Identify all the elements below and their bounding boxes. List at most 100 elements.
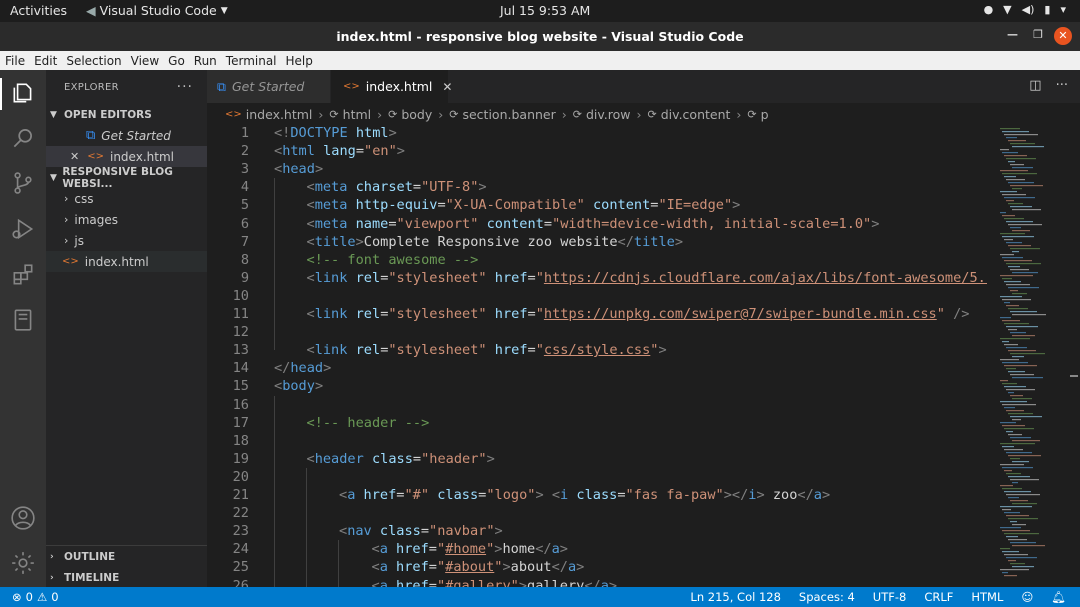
line-ending[interactable]: CRLF	[924, 590, 953, 604]
search-icon[interactable]	[10, 125, 36, 151]
vertical-scrollbar[interactable]	[1067, 124, 1080, 587]
active-indicator	[0, 78, 2, 110]
tree-folder-js[interactable]: › js	[46, 230, 207, 251]
menu-selection[interactable]: Selection	[66, 54, 121, 68]
line-number: 1	[240, 125, 249, 141]
warning-count: 0	[51, 590, 59, 604]
minimize-icon[interactable]: —	[1007, 28, 1018, 41]
breadcrumb-item[interactable]: body	[401, 107, 432, 122]
tree-folder-css[interactable]: › css	[46, 188, 207, 209]
open-editors-section[interactable]: ▼ OPEN EDITORS	[46, 104, 207, 125]
clock[interactable]: Jul 15 9:53 AM	[500, 3, 590, 18]
error-count: 0	[25, 590, 33, 604]
run-debug-icon[interactable]	[10, 216, 36, 242]
explorer-icon[interactable]	[10, 80, 36, 106]
editor-area: ⧉ Get Started <> index.html ✕ ◫ ··· <> i…	[207, 70, 1080, 587]
os-top-bar: Activities ◀ Visual Studio Code ▼ Jul 15…	[0, 0, 1080, 22]
indent-guide	[274, 396, 275, 587]
line-number: 7	[240, 233, 249, 250]
chevron-right-icon: ›	[438, 106, 444, 122]
close-icon[interactable]: ✕	[70, 150, 79, 163]
tree-item-label: js	[74, 233, 84, 248]
more-actions-icon[interactable]: ···	[177, 79, 193, 95]
app-menu[interactable]: ◀ Visual Studio Code ▼	[86, 3, 228, 18]
extensions-icon[interactable]	[10, 262, 36, 288]
remote-explorer-icon[interactable]	[10, 307, 36, 333]
menu-go[interactable]: Go	[168, 54, 185, 68]
more-actions-icon[interactable]: ···	[1056, 78, 1068, 93]
project-folder-section[interactable]: ▼ RESPONSIVE BLOG WEBSI...	[46, 165, 207, 190]
power-menu-icon: ▾	[1060, 3, 1066, 16]
activity-bar	[0, 70, 46, 587]
indent-guide	[274, 178, 275, 350]
open-editor-index-html[interactable]: ✕ <> index.html	[46, 146, 207, 167]
activities-button[interactable]: Activities	[10, 3, 67, 18]
code-line: <link rel="stylesheet" href="https://unp…	[306, 306, 970, 322]
account-icon[interactable]	[10, 505, 36, 531]
tab-label: Get Started	[231, 79, 305, 94]
breadcrumb-item[interactable]: html	[343, 107, 371, 122]
line-number: 4	[240, 179, 249, 196]
tab-get-started[interactable]: ⧉ Get Started	[207, 70, 331, 103]
language-mode[interactable]: HTML	[971, 590, 1003, 604]
menu-run[interactable]: Run	[194, 54, 217, 68]
menu-bar: File Edit Selection View Go Run Terminal…	[0, 51, 1080, 115]
tree-item-label: css	[74, 191, 94, 206]
feedback-icon[interactable]: ☺	[1021, 590, 1033, 604]
code-line: <a href="#" class="logo"> <i class="fas …	[339, 487, 831, 503]
code-line: <a href="#about">about</a>	[371, 559, 585, 576]
menu-terminal[interactable]: Terminal	[226, 54, 277, 68]
encoding[interactable]: UTF-8	[873, 590, 907, 604]
tree-file-index-html[interactable]: <> index.html	[46, 251, 207, 272]
tab-index-html[interactable]: <> index.html ✕	[331, 70, 452, 103]
maximize-icon[interactable]: ❐	[1033, 28, 1043, 41]
code-line: <head>	[274, 161, 324, 178]
timeline-label: TIMELINE	[64, 571, 120, 584]
scrollbar-thumb[interactable]	[1070, 375, 1078, 377]
indentation[interactable]: Spaces: 4	[799, 590, 855, 604]
notifications-bell-icon[interactable]: 🔔︎	[1051, 590, 1066, 604]
vscode-logo-icon: ⧉	[217, 78, 226, 94]
breadcrumb-item[interactable]: section.banner	[462, 107, 555, 122]
breadcrumb-item[interactable]: p	[761, 107, 769, 122]
line-number: 16	[232, 396, 249, 413]
project-folder-label: RESPONSIVE BLOG WEBSI...	[62, 165, 173, 190]
open-editor-label: Get Started	[101, 128, 171, 143]
open-editor-get-started[interactable]: ⧉ Get Started	[46, 125, 207, 146]
open-editors-label: OPEN EDITORS	[64, 108, 152, 121]
code-line: <link rel="stylesheet" href="https://cdn…	[306, 269, 988, 286]
menu-view[interactable]: View	[131, 54, 159, 68]
system-tray[interactable]: ● ▼ ◀) ▮ ▾	[984, 3, 1066, 16]
cursor-position[interactable]: Ln 215, Col 128	[690, 590, 780, 604]
line-number: 13	[232, 342, 249, 359]
breadcrumb-item[interactable]: div.content	[661, 107, 731, 122]
outline-section[interactable]: › OUTLINE	[46, 546, 207, 567]
breadcrumb-item[interactable]: index.html	[246, 107, 313, 122]
minimap[interactable]	[994, 124, 1064, 587]
breadcrumb-item[interactable]: div.row	[586, 107, 631, 122]
close-icon[interactable]: ✕	[442, 80, 452, 94]
code-line: <body>	[274, 378, 324, 395]
settings-gear-icon[interactable]	[10, 550, 36, 576]
code-line: <a href="#gallery">gallery</a>	[371, 577, 618, 588]
timeline-section[interactable]: › TIMELINE	[46, 567, 207, 588]
line-number: 5	[240, 197, 249, 214]
close-window-button[interactable]: ✕	[1054, 27, 1072, 45]
code-line: <a href="#home">home</a>	[371, 541, 568, 558]
line-number: 15	[232, 378, 249, 395]
code-line: <!-- header -->	[306, 414, 430, 431]
warning-icon: ⚠	[36, 590, 48, 604]
line-number: 10	[232, 287, 249, 304]
code-editor[interactable]: 1 <!DOCTYPE html> 2 <html lang="en"> 3 <head>…	[207, 124, 987, 587]
tree-folder-images[interactable]: › images	[46, 209, 207, 230]
menu-file[interactable]: File	[5, 54, 25, 68]
line-number: 18	[232, 432, 249, 449]
source-control-icon[interactable]	[10, 170, 36, 196]
chevron-down-icon: ▼	[220, 5, 228, 16]
menu-help[interactable]: Help	[286, 54, 313, 68]
split-editor-icon[interactable]: ◫	[1029, 78, 1041, 93]
menu-edit[interactable]: Edit	[34, 54, 57, 68]
tree-item-label: images	[74, 212, 119, 227]
line-number: 21	[232, 487, 249, 503]
problems-indicator[interactable]: ⊗ 0 ⚠ 0	[12, 590, 59, 604]
